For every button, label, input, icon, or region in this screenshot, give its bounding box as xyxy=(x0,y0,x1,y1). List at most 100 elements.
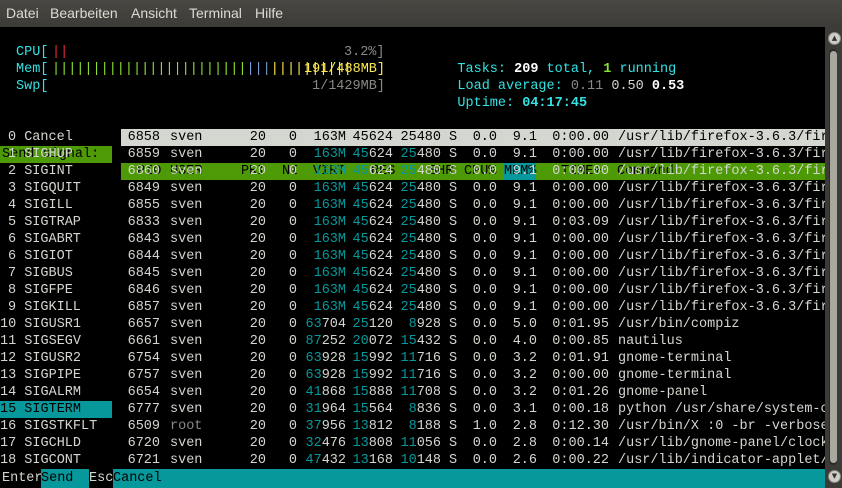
process-row[interactable]: 6859 sven 20 0 163M 45624 25480 S 0.0 9.1 0:00.00 /… xyxy=(0,146,825,163)
cpu-cell: 0.0 xyxy=(472,402,497,417)
menu-terminal[interactable]: Terminal xyxy=(189,5,242,21)
pid-cell: 6846 xyxy=(127,283,160,298)
time-cell: 0:00.00 xyxy=(552,300,610,315)
shr-cell: 11056 xyxy=(400,436,442,451)
scrollbar[interactable]: ▲ ▼ xyxy=(825,27,842,488)
menubar: Datei Bearbeiten Ansicht Terminal Hilfe xyxy=(0,0,842,27)
state-cell: S xyxy=(449,368,458,383)
process-row[interactable]: 6833 sven 20 0 163M 45624 25480 S 0.0 9.1 0:03.09 /… xyxy=(0,214,825,231)
process-row[interactable]: 6845 sven 20 0 163M 45624 25480 S 0.0 9.1 0:00.00 /… xyxy=(0,265,825,282)
virt-cell: 63928 xyxy=(305,368,347,383)
ni-cell: 0 xyxy=(288,334,297,349)
process-row[interactable]: 6849 sven 20 0 163M 45624 25480 S 0.0 9.1 0:00.00 /… xyxy=(0,180,825,197)
menu-hilfe[interactable]: Hilfe xyxy=(255,5,283,21)
shr-cell: 8188 xyxy=(408,419,442,434)
cpu-cell: 0.0 xyxy=(472,232,497,247)
user-cell: root xyxy=(170,419,203,434)
command-cell: /usr/lib/gnome-panel/clock xyxy=(618,436,825,451)
terminal-area[interactable]: CPU[ || 3.2%] Mem[ |||||||||||||||||||||… xyxy=(0,27,825,488)
state-cell: S xyxy=(449,334,458,349)
send-button[interactable]: Send xyxy=(41,469,89,488)
pri-cell: 20 xyxy=(249,368,266,383)
user-cell: sven xyxy=(170,368,203,383)
pid-cell: 6855 xyxy=(127,198,160,213)
res-cell: 45624 xyxy=(352,266,394,281)
user-cell: sven xyxy=(170,232,203,247)
menu-ansicht[interactable]: Ansicht xyxy=(131,5,177,21)
process-row[interactable]: 6846 sven 20 0 163M 45624 25480 S 0.0 9.1 0:00.00 /… xyxy=(0,282,825,299)
cpu-cell: 0.0 xyxy=(472,181,497,196)
scroll-up-icon[interactable]: ▲ xyxy=(828,32,841,45)
virt-cell: 87252 xyxy=(305,334,347,349)
process-row[interactable]: 6654 sven 20 0 41868 15888 11708 S 0.0 3.2 0:01.26… xyxy=(0,384,825,401)
time-cell: 0:12.30 xyxy=(552,419,610,434)
virt-cell: 41868 xyxy=(305,385,347,400)
pid-cell: 6843 xyxy=(127,232,160,247)
mem-label: Mem[ xyxy=(16,62,49,77)
virt-cell: 163M xyxy=(313,266,346,281)
res-cell: 15992 xyxy=(352,368,394,383)
res-cell: 13808 xyxy=(352,436,394,451)
cpu-cell: 0.0 xyxy=(472,368,497,383)
process-row[interactable]: 6720 sven 20 0 32476 13808 11056 S 0.0 2.8 0:00.14… xyxy=(0,435,825,452)
menu-datei[interactable]: Datei xyxy=(6,5,39,21)
process-row[interactable]: 6509 root 20 0 37956 13812 8188 S 1.0 2.8 0:12.30 /… xyxy=(0,418,825,435)
process-row[interactable]: 6657 sven 20 0 63704 25120 8928 S 0.0 5.0 0:01.95 /… xyxy=(0,316,825,333)
state-cell: S xyxy=(449,130,458,145)
virt-cell: 32476 xyxy=(305,436,347,451)
pri-cell: 20 xyxy=(249,249,266,264)
shr-cell: 25480 xyxy=(400,198,442,213)
command-cell: /usr/lib/firefox-3.6.3/fir xyxy=(618,215,825,230)
process-row[interactable]: 6844 sven 20 0 163M 45624 25480 S 0.0 9.1 0:00.00 /… xyxy=(0,248,825,265)
state-cell: S xyxy=(449,198,458,213)
cancel-button[interactable]: Cancel xyxy=(113,469,825,488)
cpu-cell: 0.0 xyxy=(472,317,497,332)
state-cell: S xyxy=(449,249,458,264)
shr-cell: 25480 xyxy=(400,181,442,196)
state-cell: S xyxy=(449,385,458,400)
user-cell: sven xyxy=(170,453,203,468)
pri-cell: 20 xyxy=(249,453,266,468)
state-cell: S xyxy=(449,232,458,247)
state-cell: S xyxy=(449,453,458,468)
process-row[interactable]: 6661 sven 20 0 87252 20072 15432 S 0.0 4.0 0:00.85… xyxy=(0,333,825,350)
res-cell: 15888 xyxy=(352,385,394,400)
pid-cell: 6777 xyxy=(127,402,160,417)
mem-cell: 9.1 xyxy=(512,130,537,145)
scroll-thumb[interactable] xyxy=(830,51,837,463)
process-row[interactable]: 6843 sven 20 0 163M 45624 25480 S 0.0 9.1 0:00.00 /… xyxy=(0,231,825,248)
process-row[interactable]: 6857 sven 20 0 163M 45624 25480 S 0.0 9.1 0:00.00 /… xyxy=(0,299,825,316)
pri-cell: 20 xyxy=(249,215,266,230)
state-cell: S xyxy=(449,164,458,179)
pid-cell: 6858 xyxy=(127,130,160,145)
process-row[interactable]: 6721 sven 20 0 47432 13168 10148 S 0.0 2.6 0:00.22… xyxy=(0,452,825,469)
menu-bearbeiten[interactable]: Bearbeiten xyxy=(50,5,118,21)
process-row[interactable]: 6860 sven 20 0 163M 45624 25480 S 0.0 9.1 0:00.00 /… xyxy=(0,163,825,180)
scroll-down-icon[interactable]: ▼ xyxy=(828,470,841,483)
process-row[interactable]: 6777 sven 20 0 31964 15564 8836 S 0.0 3.1 0:00.18 p… xyxy=(0,401,825,418)
mem-cell: 4.0 xyxy=(512,334,537,349)
command-cell: /usr/lib/firefox-3.6.3/fir xyxy=(618,164,825,179)
process-row-selected[interactable]: 6858 sven 20 0 163M 45624 25480 S 0.0 9.1 0:00.00 /… xyxy=(0,129,825,146)
time-cell: 0:00.00 xyxy=(552,368,610,383)
ni-cell: 0 xyxy=(288,215,297,230)
esc-key: Esc xyxy=(89,471,114,486)
pri-cell: 20 xyxy=(249,334,266,349)
mem-cell: 5.0 xyxy=(512,317,537,332)
state-cell: S xyxy=(449,317,458,332)
state-cell: S xyxy=(449,266,458,281)
process-row[interactable]: 6757 sven 20 0 63928 15992 11716 S 0.0 3.2 0:00.00… xyxy=(0,367,825,384)
time-cell: 0:01.91 xyxy=(552,351,610,366)
process-row[interactable]: 6754 sven 20 0 63928 15992 11716 S 0.0 3.2 0:01.91… xyxy=(0,350,825,367)
process-row[interactable]: 6855 sven 20 0 163M 45624 25480 S 0.0 9.1 0:00.00 /… xyxy=(0,197,825,214)
command-cell: gnome-terminal xyxy=(618,368,732,383)
mem-cell: 3.2 xyxy=(512,368,537,383)
res-cell: 45624 xyxy=(352,283,394,298)
shr-cell: 25480 xyxy=(400,300,442,315)
virt-cell: 163M xyxy=(313,147,346,162)
command-cell: /usr/lib/firefox-3.6.3/fir xyxy=(618,181,825,196)
command-cell: /usr/lib/firefox-3.6.3/fir xyxy=(618,232,825,247)
pri-cell: 20 xyxy=(249,351,266,366)
command-cell: python /usr/share/system-c xyxy=(618,402,825,417)
res-cell: 13812 xyxy=(352,419,394,434)
